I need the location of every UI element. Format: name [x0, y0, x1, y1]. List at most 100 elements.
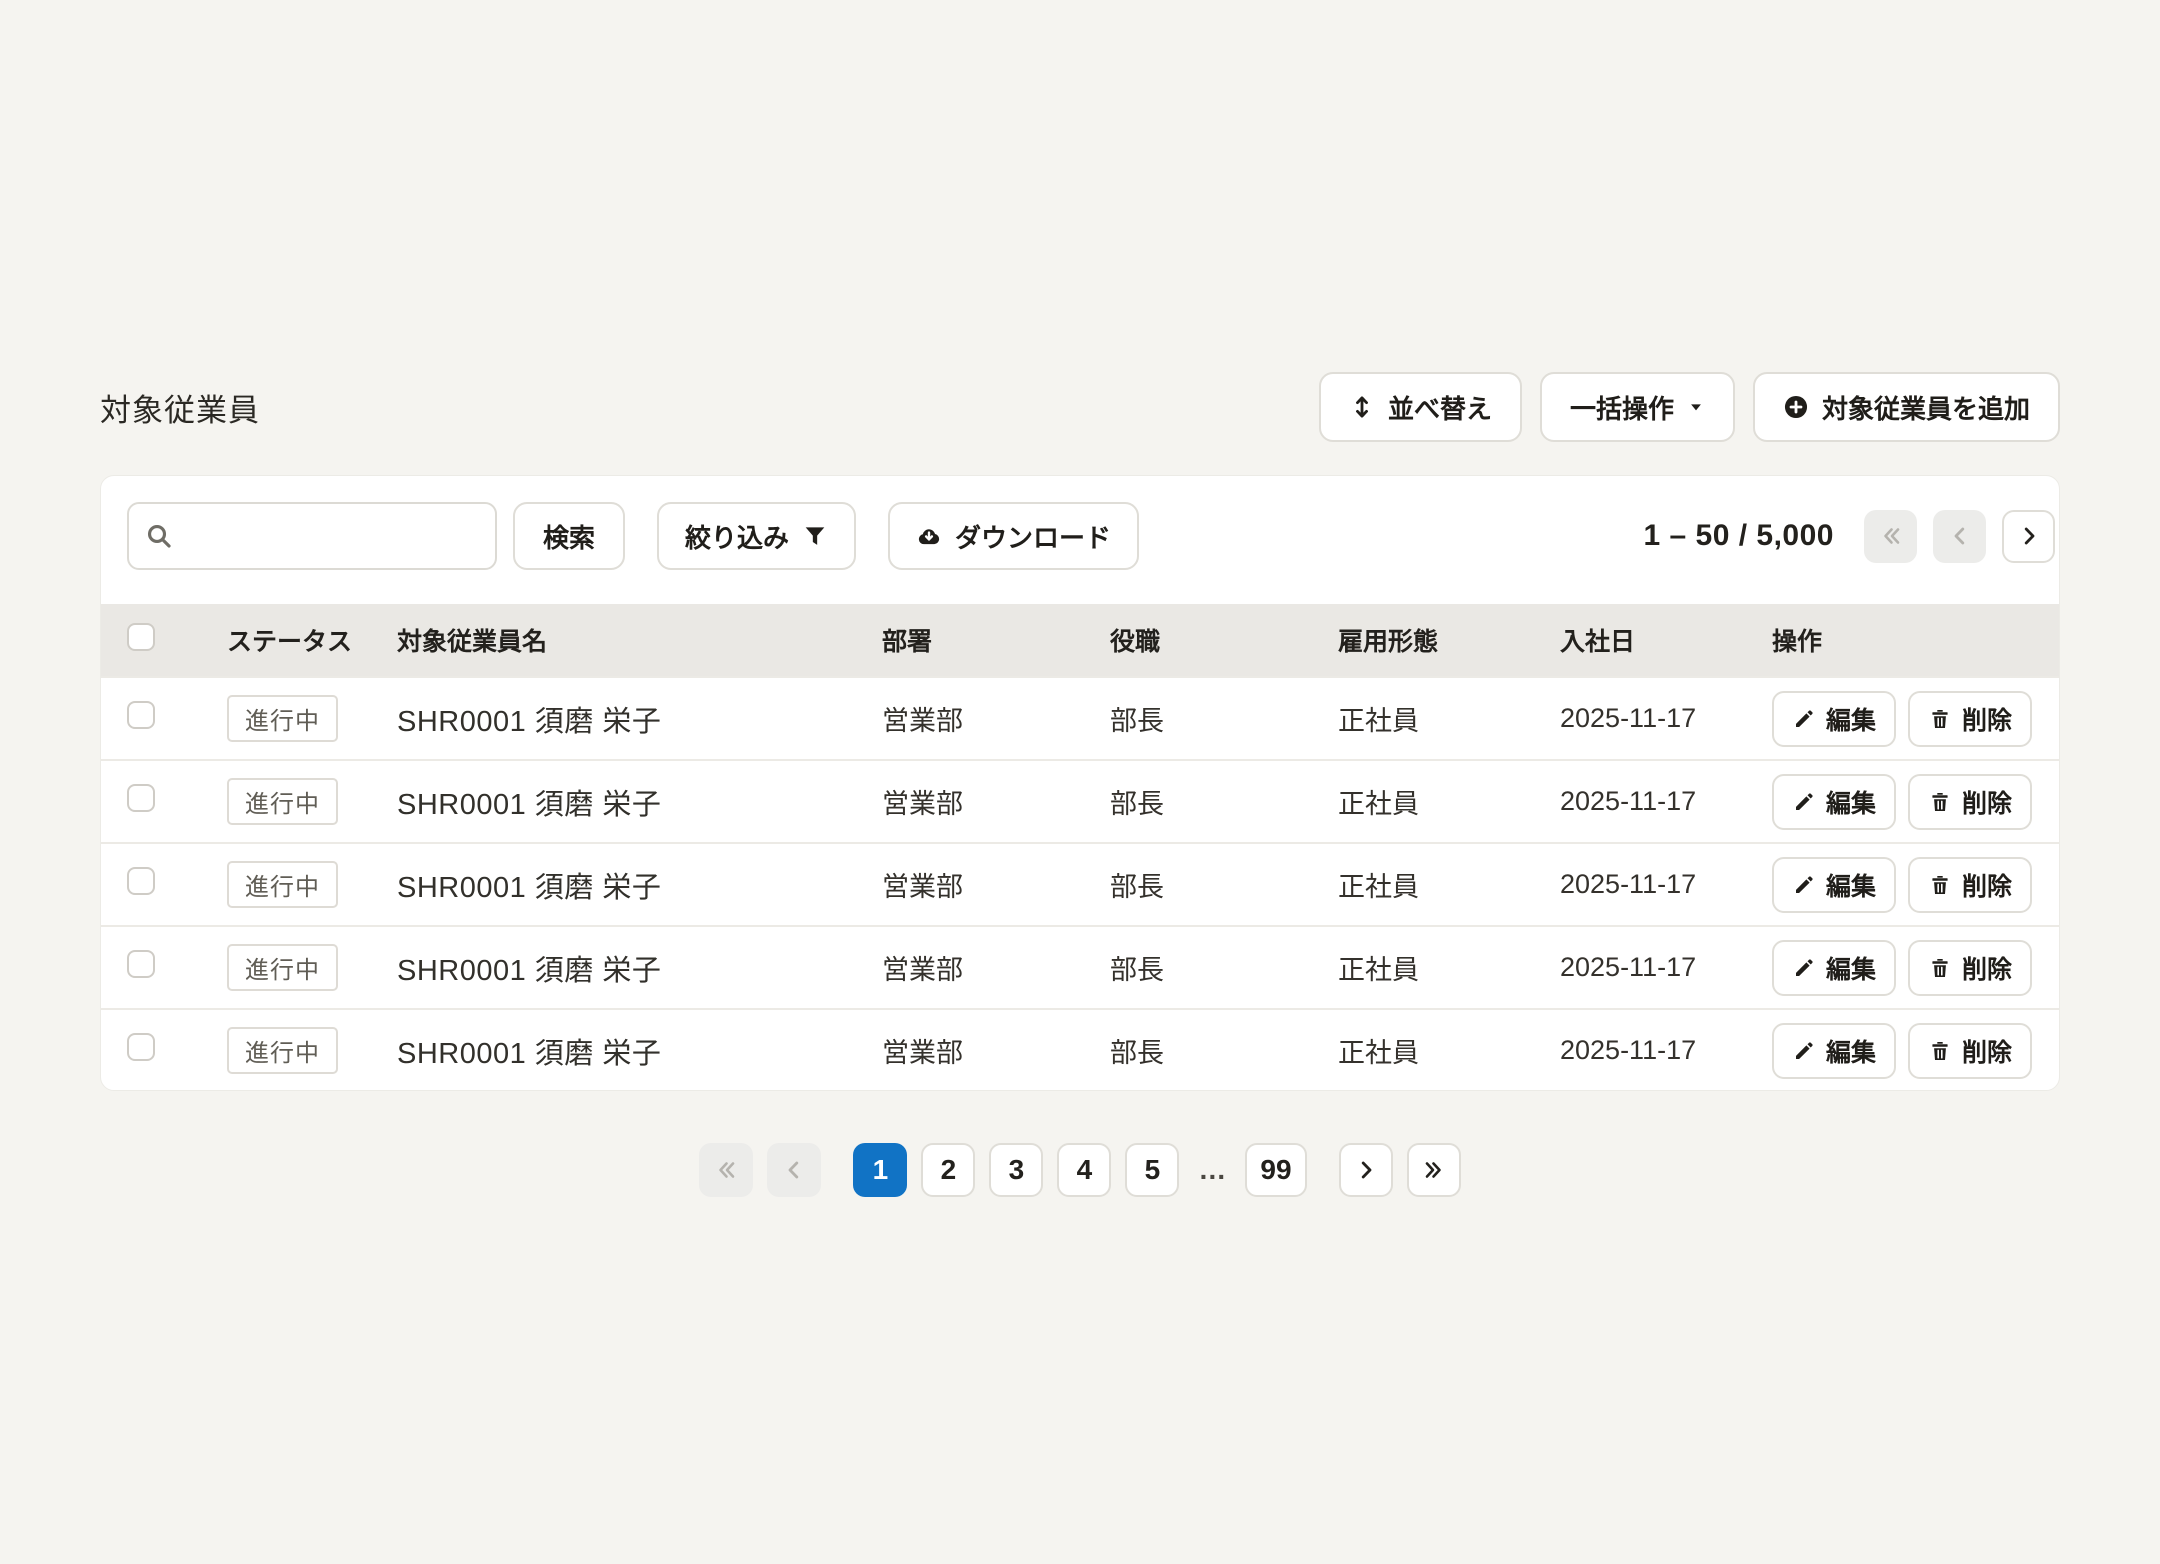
- search-box: [127, 502, 497, 570]
- first-page-button[interactable]: [699, 1143, 753, 1197]
- delete-button[interactable]: 削除: [1908, 774, 2032, 830]
- row-checkbox[interactable]: [127, 701, 155, 729]
- edit-button[interactable]: 編集: [1772, 1023, 1896, 1079]
- page-button-4[interactable]: 4: [1057, 1143, 1111, 1197]
- up-down-arrow-icon: [1349, 394, 1375, 420]
- first-page-button[interactable]: [1864, 510, 1917, 563]
- header-status: ステータス: [227, 622, 397, 658]
- prev-page-button[interactable]: [1933, 510, 1986, 563]
- table-row: 進行中 SHR0001 須磨 栄子 営業部 部長 正社員 2025-11-17 …: [101, 925, 2059, 1008]
- trash-icon: [1928, 1039, 1952, 1063]
- delete-button-label: 削除: [1962, 784, 2012, 820]
- page: 対象従業員 並べ替え 一括操作 対象従業員を追加 検索: [0, 0, 2160, 1564]
- status-badge: 進行中: [227, 861, 338, 908]
- table-row: 進行中 SHR0001 須磨 栄子 営業部 部長 正社員 2025-11-17 …: [101, 1008, 2059, 1091]
- join-date-cell: 2025-11-17: [1560, 952, 1772, 983]
- page-button-2[interactable]: 2: [921, 1143, 975, 1197]
- header-dept: 部署: [882, 622, 1110, 658]
- select-all-checkbox[interactable]: [127, 623, 155, 651]
- delete-button[interactable]: 削除: [1908, 1023, 2032, 1079]
- search-input[interactable]: [127, 502, 497, 570]
- search-button[interactable]: 検索: [513, 502, 625, 570]
- employee-name: SHR0001 須磨 栄子: [397, 947, 882, 989]
- status-badge: 進行中: [227, 778, 338, 825]
- delete-button-label: 削除: [1962, 701, 2012, 737]
- delete-button[interactable]: 削除: [1908, 857, 2032, 913]
- last-page-button[interactable]: [1407, 1143, 1461, 1197]
- role-cell: 部長: [1110, 948, 1338, 987]
- sort-button[interactable]: 並べ替え: [1319, 372, 1522, 442]
- header-join-date: 入社日: [1560, 622, 1772, 658]
- chevron-left-icon: [782, 1158, 806, 1182]
- chevron-right-icon: [2017, 524, 2041, 548]
- delete-button[interactable]: 削除: [1908, 691, 2032, 747]
- trash-icon: [1928, 790, 1952, 814]
- caret-down-icon: [1687, 398, 1705, 416]
- double-chevron-left-icon: [1879, 524, 1903, 548]
- row-checkbox[interactable]: [127, 950, 155, 978]
- row-checkbox[interactable]: [127, 784, 155, 812]
- row-checkbox[interactable]: [127, 1033, 155, 1061]
- pencil-icon: [1792, 873, 1816, 897]
- edit-button[interactable]: 編集: [1772, 691, 1896, 747]
- next-page-button[interactable]: [2002, 510, 2055, 563]
- delete-button-label: 削除: [1962, 867, 2012, 903]
- edit-button[interactable]: 編集: [1772, 940, 1896, 996]
- employee-name: SHR0001 須磨 栄子: [397, 698, 882, 740]
- funnel-icon: [802, 523, 828, 549]
- page-title: 対象従業員: [100, 385, 260, 430]
- employee-name: SHR0001 須磨 栄子: [397, 864, 882, 906]
- header-employment: 雇用形態: [1338, 622, 1560, 658]
- delete-button[interactable]: 削除: [1908, 940, 2032, 996]
- plus-circle-icon: [1783, 394, 1809, 420]
- role-cell: 部長: [1110, 865, 1338, 904]
- status-badge: 進行中: [227, 695, 338, 742]
- bulk-actions-button[interactable]: 一括操作: [1540, 372, 1735, 442]
- role-cell: 部長: [1110, 782, 1338, 821]
- department-cell: 営業部: [882, 699, 1110, 738]
- filter-button[interactable]: 絞り込み: [657, 502, 856, 570]
- next-page-button[interactable]: [1339, 1143, 1393, 1197]
- chevron-left-icon: [1948, 524, 1972, 548]
- filter-button-label: 絞り込み: [685, 518, 789, 555]
- chevron-right-icon: [1354, 1158, 1378, 1182]
- table-header: ステータス 対象従業員名 部署 役職 雇用形態 入社日 操作: [101, 604, 2059, 676]
- page-button-99[interactable]: 99: [1245, 1143, 1306, 1197]
- status-badge: 進行中: [227, 1027, 338, 1074]
- role-cell: 部長: [1110, 699, 1338, 738]
- page-button-3[interactable]: 3: [989, 1143, 1043, 1197]
- join-date-cell: 2025-11-17: [1560, 703, 1772, 734]
- pencil-icon: [1792, 1039, 1816, 1063]
- employee-name: SHR0001 須磨 栄子: [397, 1030, 882, 1072]
- download-button-label: ダウンロード: [955, 518, 1111, 555]
- employee-list-card: 検索 絞り込み ダウンロード 1 – 50 / 5,000: [100, 475, 2060, 1091]
- row-checkbox[interactable]: [127, 867, 155, 895]
- employment-cell: 正社員: [1338, 948, 1560, 987]
- card-toolbar: 検索 絞り込み ダウンロード 1 – 50 / 5,000: [101, 476, 2059, 570]
- page-button-5[interactable]: 5: [1125, 1143, 1179, 1197]
- join-date-cell: 2025-11-17: [1560, 1035, 1772, 1066]
- department-cell: 営業部: [882, 948, 1110, 987]
- prev-page-button[interactable]: [767, 1143, 821, 1197]
- header-actions: 操作: [1772, 622, 2031, 658]
- employment-cell: 正社員: [1338, 1031, 1560, 1070]
- delete-button-label: 削除: [1962, 950, 2012, 986]
- employment-cell: 正社員: [1338, 699, 1560, 738]
- edit-button-label: 編集: [1826, 1033, 1876, 1069]
- edit-button[interactable]: 編集: [1772, 774, 1896, 830]
- trash-icon: [1928, 707, 1952, 731]
- page-button-1[interactable]: 1: [853, 1143, 907, 1197]
- table-row: 進行中 SHR0001 須磨 栄子 営業部 部長 正社員 2025-11-17 …: [101, 676, 2059, 759]
- department-cell: 営業部: [882, 782, 1110, 821]
- download-button[interactable]: ダウンロード: [888, 502, 1139, 570]
- trash-icon: [1928, 956, 1952, 980]
- pagination: 1 2 3 4 5 … 99: [100, 1143, 2060, 1197]
- join-date-cell: 2025-11-17: [1560, 786, 1772, 817]
- employment-cell: 正社員: [1338, 865, 1560, 904]
- edit-button[interactable]: 編集: [1772, 857, 1896, 913]
- header-role: 役職: [1110, 622, 1338, 658]
- pencil-icon: [1792, 956, 1816, 980]
- role-cell: 部長: [1110, 1031, 1338, 1070]
- edit-button-label: 編集: [1826, 784, 1876, 820]
- add-employee-button[interactable]: 対象従業員を追加: [1753, 372, 2060, 442]
